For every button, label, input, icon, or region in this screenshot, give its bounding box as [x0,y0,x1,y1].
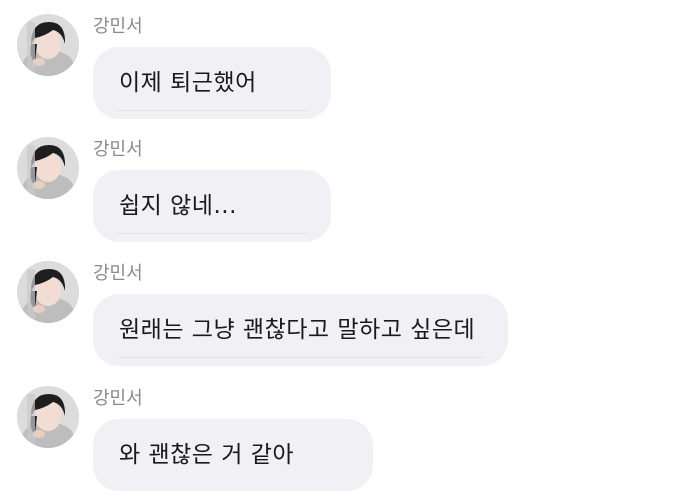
avatar[interactable] [17,386,79,448]
message-row: 강민서 원래는 그냥 괜찮다고 말하고 싶은데 [0,247,700,367]
message-text: 원래는 그냥 괜찮다고 말하고 싶은데 [119,317,476,343]
avatar[interactable] [17,137,79,199]
profile-photo-icon [17,14,79,76]
message-row: 강민서 이제 퇴근했어 [0,0,700,120]
bubble-divider [117,110,307,111]
avatar[interactable] [17,14,79,76]
profile-photo-icon [17,261,79,323]
sender-name: 강민서 [93,139,143,160]
sender-name: 강민서 [93,263,143,284]
message-bubble[interactable]: 쉽지 않네... [93,170,331,242]
message-bubble[interactable]: 원래는 그냥 괜찮다고 말하고 싶은데 [93,294,508,366]
chat-thread: 강민서 이제 퇴근했어 강민서 쉽지 않네... 강민서 원래는 그냥 괜찮다고… [0,0,700,491]
message-text: 이제 퇴근했어 [119,70,257,96]
message-bubble[interactable]: 와 괜찮은 거 같아 [93,419,373,491]
profile-photo-icon [17,137,79,199]
message-row: 강민서 와 괜찮은 거 같아 [0,372,700,492]
message-text: 쉽지 않네... [119,193,237,219]
profile-photo-icon [17,386,79,448]
sender-name: 강민서 [93,16,143,37]
bubble-divider [117,233,307,234]
message-row: 강민서 쉽지 않네... [0,123,700,243]
message-bubble[interactable]: 이제 퇴근했어 [93,47,331,119]
bubble-divider [117,357,484,358]
sender-name: 강민서 [93,388,143,409]
message-text: 와 괜찮은 거 같아 [119,442,295,468]
avatar[interactable] [17,261,79,323]
